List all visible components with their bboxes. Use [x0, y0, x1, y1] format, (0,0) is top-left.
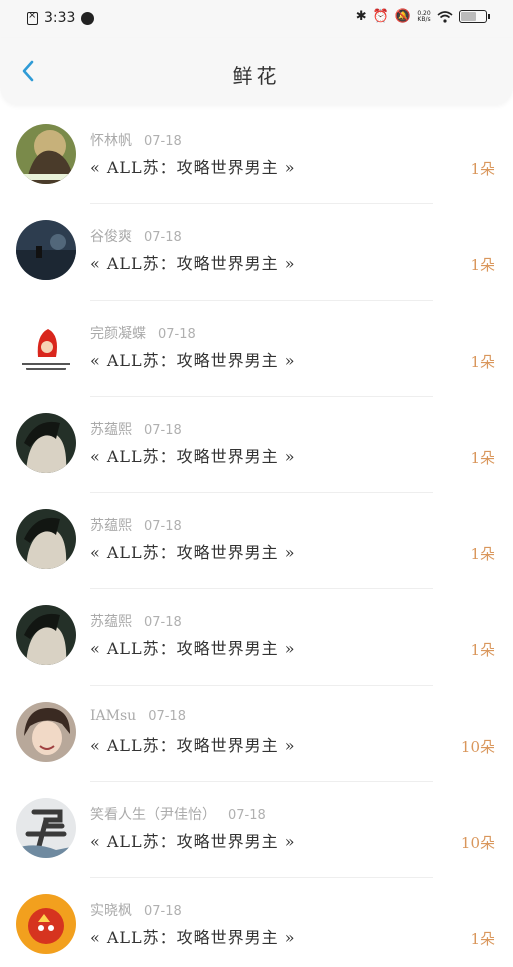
- book-title: « ALL苏：攻略世界男主 »: [90, 735, 296, 755]
- sender-name: IAMsu: [90, 707, 137, 724]
- avatar: [16, 894, 76, 955]
- list-item[interactable]: 苏蕴熙 07-18 « ALL苏：攻略世界男主 » 1朵: [0, 397, 513, 494]
- sender-line: 实晓枫 07-18: [90, 900, 182, 920]
- network-speed: 0.20 KB/s: [417, 10, 431, 23]
- status-time: 3:33: [44, 10, 76, 26]
- gift-date: 07-18: [148, 708, 186, 724]
- gift-date: 07-18: [228, 808, 266, 824]
- wifi-icon: [437, 10, 453, 23]
- gift-date: 07-18: [144, 422, 182, 438]
- list-item[interactable]: 怀林帆 07-18 « ALL苏：攻略世界男主 » 1朵: [0, 108, 513, 205]
- flower-count: 1朵: [470, 930, 495, 949]
- avatar: [16, 509, 76, 570]
- flower-count: 1朵: [470, 545, 495, 564]
- sender-line: 苏蕴熙 07-18: [90, 515, 182, 535]
- sender-line: 笑看人生（尹佳怡） 07-18: [90, 804, 266, 824]
- sender-name: 苏蕴熙: [90, 518, 132, 535]
- vpn-icon: [81, 11, 95, 25]
- book-title: « ALL苏：攻略世界男主 »: [90, 543, 296, 563]
- list-item[interactable]: 苏蕴熙 07-18 « ALL苏：攻略世界男主 » 1朵: [0, 589, 513, 686]
- sender-line: 完颜凝蝶 07-18: [90, 323, 196, 343]
- flower-count: 1朵: [470, 352, 495, 371]
- sender-name: 实晓枫: [90, 903, 132, 920]
- list-item[interactable]: 笑看人生（尹佳怡） 07-18 « ALL苏：攻略世界男主 » 10朵: [0, 782, 513, 879]
- flower-count: 1朵: [470, 448, 495, 467]
- sender-line: IAMsu 07-18: [90, 708, 186, 724]
- gift-date: 07-18: [144, 904, 182, 920]
- book-title: « ALL苏：攻略世界男主 »: [90, 350, 296, 370]
- book-title: « ALL苏：攻略世界男主 »: [90, 928, 296, 948]
- avatar: [16, 701, 76, 762]
- header: 鲜花: [0, 38, 513, 105]
- bluetooth-icon: ✱: [355, 9, 367, 24]
- flower-count: 1朵: [470, 160, 495, 178]
- avatar: [16, 124, 76, 184]
- book-title: « ALL苏：攻略世界男主 »: [90, 254, 296, 274]
- flower-count: 10朵: [460, 834, 495, 853]
- sender-line: 谷俊爽 07-18: [90, 226, 182, 246]
- gift-date: 07-18: [144, 615, 182, 631]
- status-left: 3:33: [27, 10, 95, 26]
- network-speed-unit: KB/s: [417, 15, 431, 23]
- book-title: « ALL苏：攻略世界男主 »: [90, 446, 296, 466]
- sender-name: 谷俊爽: [90, 229, 132, 246]
- avatar: [16, 798, 76, 859]
- gift-date: 07-18: [144, 519, 182, 535]
- sender-name: 完颜凝蝶: [90, 325, 146, 342]
- sender-line: 苏蕴熙 07-18: [90, 419, 182, 439]
- flower-count: 10朵: [460, 737, 495, 756]
- alarm-icon: ⏰: [372, 9, 389, 24]
- list-item[interactable]: 完颜凝蝶 07-18 « ALL苏：攻略世界男主 » 1朵: [0, 301, 513, 397]
- list-item[interactable]: 实晓枫 07-18 « ALL苏：攻略世界男主 » 1朵: [0, 878, 513, 967]
- page-title: 鲜花: [232, 64, 281, 88]
- list-item[interactable]: 苏蕴熙 07-18 « ALL苏：攻略世界男主 » 1朵: [0, 493, 513, 590]
- avatar: [16, 316, 76, 377]
- sender-line: 怀林帆 07-18: [90, 130, 182, 150]
- avatar: [16, 220, 76, 281]
- sender-name: 怀林帆: [90, 133, 132, 149]
- gift-date: 07-18: [144, 230, 182, 246]
- sender-name: 苏蕴熙: [90, 421, 132, 438]
- flower-count: 1朵: [470, 641, 495, 660]
- notification-blocked-icon: [27, 10, 38, 25]
- book-title: « ALL苏：攻略世界男主 »: [90, 639, 296, 659]
- list-item[interactable]: IAMsu 07-18 « ALL苏：攻略世界男主 » 10朵: [0, 686, 513, 783]
- book-title: « ALL苏：攻略世界男主 »: [90, 832, 296, 852]
- gift-date: 07-18: [144, 134, 182, 149]
- battery-icon: [459, 10, 490, 23]
- sender-line: 苏蕴熙 07-18: [90, 611, 182, 631]
- gift-list: 怀林帆 07-18 « ALL苏：攻略世界男主 » 1朵 谷俊爽 07-18 « A…: [0, 108, 513, 967]
- flower-count: 1朵: [470, 256, 495, 275]
- avatar: [16, 605, 76, 666]
- mute-icon: 🔕: [394, 9, 411, 24]
- gift-date: 07-18: [158, 326, 196, 342]
- status-bar: 3:33 ✱ ⏰ 🔕 0.20 KB/s: [0, 0, 513, 38]
- status-right: ✱ ⏰ 🔕 0.20 KB/s: [355, 9, 490, 24]
- sender-name: 苏蕴熙: [90, 614, 132, 631]
- list-item[interactable]: 谷俊爽 07-18 « ALL苏：攻略世界男主 » 1朵: [0, 204, 513, 301]
- avatar: [16, 412, 76, 473]
- sender-name: 笑看人生（尹佳怡）: [90, 807, 216, 824]
- book-title: « ALL苏：攻略世界男主 »: [90, 158, 296, 177]
